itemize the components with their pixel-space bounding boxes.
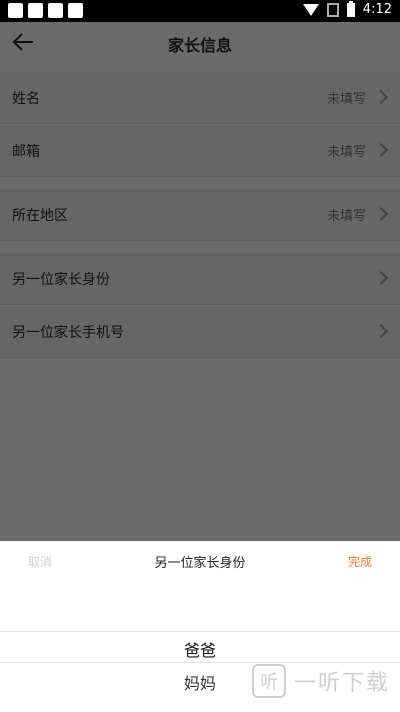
chevron-right-icon: [373, 206, 389, 222]
row-label: 姓名: [12, 91, 40, 107]
notification-icons: [8, 3, 83, 18]
watermark-logo: 听: [251, 664, 286, 698]
watermark-text: 一听下载: [293, 671, 390, 696]
row-email[interactable]: 邮箱 未填写: [0, 125, 400, 177]
row-label: 邮箱: [12, 144, 40, 160]
chevron-right-icon: [373, 89, 389, 105]
watermark: 听 一听下载: [251, 664, 390, 698]
chevron-right-icon: [373, 142, 389, 158]
chevron-right-icon: [373, 270, 389, 286]
row-other-parent-identity[interactable]: 另一位家长身份: [0, 253, 400, 305]
picker-title: 另一位家长身份: [154, 556, 246, 571]
picker-option-selected[interactable]: 爸爸: [0, 637, 400, 661]
row-value: 未填写: [326, 92, 366, 107]
row-value: 未填写: [326, 145, 366, 160]
row-other-parent-phone[interactable]: 另一位家长手机号: [0, 306, 400, 358]
row-label: 另一位家长身份: [12, 272, 110, 288]
picker-sheet: 取消 另一位家长身份 完成 爸爸 妈妈 听 一听下载: [0, 541, 400, 712]
battery-icon: [346, 0, 355, 17]
status-right: 4:12: [302, 0, 392, 17]
picker-divider: [0, 662, 400, 663]
status-bar: 4:12: [0, 0, 400, 22]
wifi-icon: [302, 3, 319, 16]
row-label: 所在地区: [12, 208, 68, 224]
picker-divider: [0, 631, 400, 632]
notification-icon: [48, 3, 63, 18]
chevron-right-icon: [373, 323, 389, 339]
top-bar: 家长信息: [0, 22, 400, 62]
row-name[interactable]: 姓名 未填写: [0, 72, 400, 124]
row-label: 另一位家长手机号: [12, 325, 124, 341]
notification-icon: [8, 3, 23, 18]
done-button[interactable]: 完成: [348, 553, 372, 570]
no-sim-icon: [326, 2, 339, 17]
notification-icon: [68, 3, 83, 18]
status-time: 4:12: [362, 2, 392, 17]
row-region[interactable]: 所在地区 未填写: [0, 189, 400, 241]
row-value: 未填写: [326, 209, 366, 224]
page-title: 家长信息: [167, 36, 232, 55]
picker-toolbar: 取消 另一位家长身份 完成: [0, 541, 400, 577]
notification-icon: [28, 3, 43, 18]
